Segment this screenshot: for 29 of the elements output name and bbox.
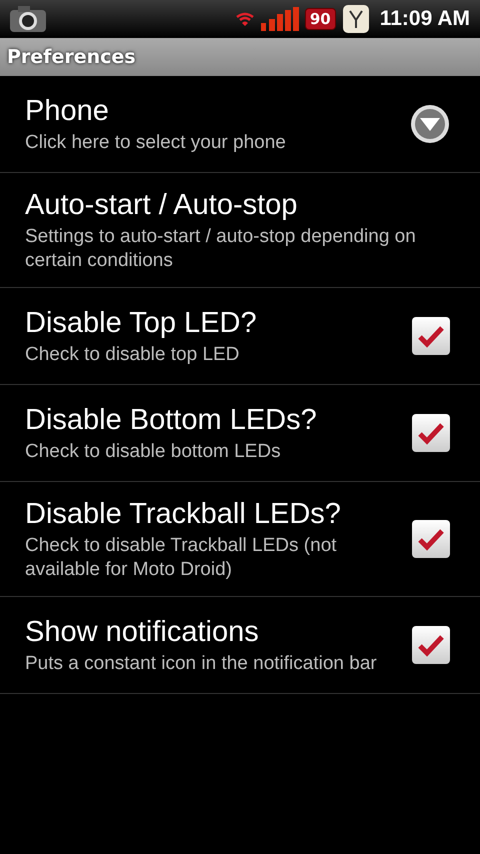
clock-icon: [342, 4, 370, 34]
wifi-icon: [234, 12, 255, 26]
preference-item[interactable]: Disable Top LED? Check to disable top LED: [0, 288, 480, 385]
preference-summary: Click here to select your phone: [25, 131, 287, 155]
checkbox[interactable]: [412, 520, 450, 558]
preference-summary: Puts a constant icon in the notification bar: [25, 652, 378, 676]
checkbox[interactable]: [412, 414, 450, 452]
preference-title: Disable Bottom LEDs?: [25, 403, 318, 438]
preference-item[interactable]: Phone Click here to select your phone: [0, 76, 480, 173]
camera-icon: [8, 4, 48, 34]
preference-item[interactable]: Show notifications Puts a constant icon in the notification bar: [0, 597, 480, 694]
preference-summary: Check to disable Trackball LEDs (not available for Moto Droid): [25, 534, 338, 582]
status-time: 11:09 AM: [380, 7, 470, 31]
preference-summary: Check to disable top LED: [25, 343, 240, 367]
screen-title: Preferences: [7, 46, 136, 68]
preference-item[interactable]: Disable Trackball LEDs? Check to disable Trackball LEDs (not available for Moto Droid): [0, 482, 480, 597]
preference-title: Disable Trackball LEDs?: [25, 497, 342, 532]
preference-summary: Check to disable bottom LEDs: [25, 440, 282, 464]
preference-title: Show notifications: [25, 615, 260, 650]
checkbox[interactable]: [412, 317, 450, 355]
signal-icon: [260, 7, 299, 31]
checkbox[interactable]: [412, 626, 450, 664]
battery-badge: 90: [304, 8, 336, 30]
preference-title: Phone: [25, 94, 110, 129]
preference-summary: Settings to auto-start / auto-stop depending on certain conditions: [25, 225, 417, 273]
preference-item[interactable]: Disable Bottom LEDs? Check to disable bottom LEDs: [0, 385, 480, 482]
preference-title: Auto-start / Auto-stop: [25, 188, 298, 223]
preference-title: Disable Top LED?: [25, 306, 258, 341]
preference-item[interactable]: Auto-start / Auto-stop Settings to auto-start / auto-stop depending on certain conditions: [0, 173, 480, 288]
